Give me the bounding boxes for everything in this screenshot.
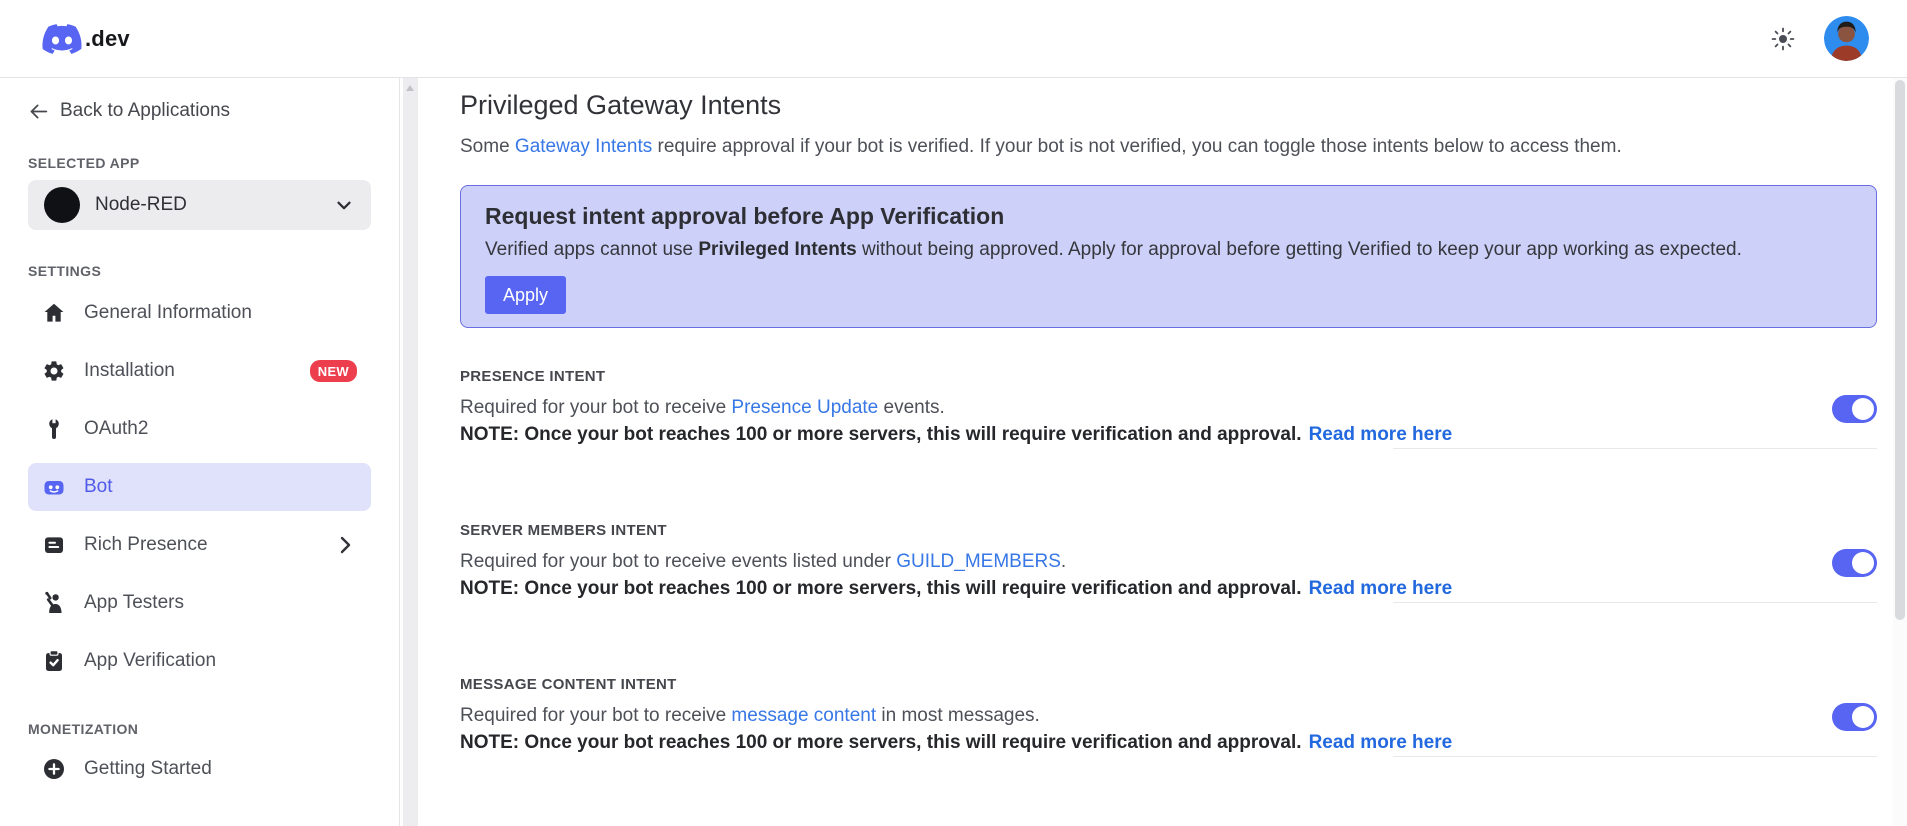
sidebar-item-label: Bot	[84, 476, 113, 497]
read-more-link[interactable]: Read more here	[1309, 578, 1453, 599]
chevron-down-icon	[337, 201, 351, 210]
app-selector[interactable]: Node-RED	[28, 180, 371, 230]
theme-toggle-button[interactable]	[1770, 26, 1796, 52]
desc-post: events.	[878, 397, 945, 418]
gear-icon	[42, 359, 66, 383]
sidebar-item-label: General Information	[84, 302, 252, 323]
desc-post: in most messages.	[876, 705, 1040, 726]
sidebar-item-label: Getting Started	[84, 758, 212, 779]
desc-pre: Required for your bot to receive events …	[460, 551, 897, 572]
sidebar-item-oauth2[interactable]: OAuth2	[28, 405, 371, 453]
intro-post: require approval if your bot is verified…	[652, 136, 1622, 157]
sidebar-item-bot[interactable]: Bot	[28, 463, 371, 511]
page-scrollbar[interactable]	[1893, 78, 1907, 826]
settings-heading: SETTINGS	[28, 263, 102, 279]
guild-members-link[interactable]: GUILD_MEMBERS	[896, 551, 1061, 572]
callout-body: Verified apps cannot use Privileged Inte…	[485, 239, 1852, 261]
presence-intent-section: PRESENCE INTENT Required for your bot to…	[460, 368, 1877, 449]
app-logo[interactable]: .dev	[40, 22, 130, 56]
intro-text: Some Gateway Intents require approval if…	[460, 136, 1877, 158]
selected-app-name: Node-RED	[95, 194, 187, 215]
server-members-intent-note: NOTE: Once your bot reaches 100 or more …	[460, 575, 1877, 602]
toggle-knob	[1852, 552, 1874, 574]
server-members-intent-toggle[interactable]	[1832, 549, 1877, 577]
read-more-link[interactable]: Read more here	[1309, 424, 1453, 445]
sidebar-scrollbar-track[interactable]	[403, 78, 418, 826]
clipboard-check-icon	[42, 649, 66, 673]
callout-body-pre: Verified apps cannot use	[485, 239, 699, 260]
callout-body-bold: Privileged Intents	[698, 239, 857, 260]
message-content-intent-toggle[interactable]	[1832, 703, 1877, 731]
person-raised-hand-icon	[42, 591, 66, 615]
discord-developer-portal: .dev Back to Applications SELECTED APP N…	[0, 0, 1907, 826]
presence-update-link[interactable]: Presence Update	[731, 397, 878, 418]
header: .dev	[0, 0, 1907, 78]
note-text: NOTE: Once your bot reaches 100 or more …	[460, 424, 1302, 445]
message-content-intent-label: MESSAGE CONTENT INTENT	[460, 676, 677, 693]
back-arrow-icon	[30, 104, 48, 118]
sidebar-item-app-testers[interactable]: App Testers	[28, 579, 371, 627]
toggle-knob	[1852, 706, 1874, 728]
callout-body-post: without being approved. Apply for approv…	[856, 239, 1742, 260]
sidebar-item-label: App Testers	[84, 592, 184, 613]
rich-presence-icon	[42, 533, 66, 557]
sidebar-item-label: OAuth2	[84, 418, 149, 439]
new-badge: NEW	[309, 360, 357, 382]
gateway-intents-link[interactable]: Gateway Intents	[515, 136, 652, 157]
sidebar-item-rich-presence[interactable]: Rich Presence	[28, 521, 371, 569]
section-divider	[1393, 448, 1877, 449]
message-content-intent-section: MESSAGE CONTENT INTENT Required for your…	[460, 676, 1877, 757]
desc-pre: Required for your bot to receive	[460, 397, 732, 418]
discord-logo-icon	[42, 23, 82, 54]
presence-intent-note: NOTE: Once your bot reaches 100 or more …	[460, 421, 1877, 448]
back-link-label: Back to Applications	[60, 100, 231, 121]
toggle-knob	[1852, 398, 1874, 420]
note-text: NOTE: Once your bot reaches 100 or more …	[460, 732, 1302, 753]
server-members-intent-description: Required for your bot to receive events …	[460, 548, 1877, 575]
user-avatar[interactable]	[1824, 16, 1869, 61]
wrench-icon	[42, 417, 66, 441]
selected-app-heading: SELECTED APP	[28, 155, 140, 171]
presence-intent-label: PRESENCE INTENT	[460, 368, 606, 385]
home-icon	[42, 301, 66, 325]
monetization-heading: MONETIZATION	[28, 721, 139, 737]
apply-button[interactable]: Apply	[485, 276, 567, 314]
sidebar-item-label: Installation	[84, 360, 175, 381]
callout-title: Request intent approval before App Verif…	[485, 203, 1005, 229]
section-divider	[1393, 756, 1877, 757]
read-more-link[interactable]: Read more here	[1309, 732, 1453, 753]
sidebar-item-general-information[interactable]: General Information	[28, 289, 371, 337]
page-title: Privileged Gateway Intents	[460, 90, 782, 120]
sidebar-item-label: App Verification	[84, 650, 217, 671]
scrollbar-up-arrow-icon[interactable]	[406, 85, 414, 91]
sidebar-scrollbar[interactable]	[400, 78, 420, 826]
page-scrollbar-thumb[interactable]	[1895, 80, 1905, 620]
plus-circle-icon	[42, 757, 66, 781]
intro-pre: Some	[460, 136, 515, 157]
presence-intent-toggle[interactable]	[1832, 395, 1877, 423]
server-members-intent-label: SERVER MEMBERS INTENT	[460, 522, 667, 539]
main-content: Privileged Gateway Intents Some Gateway …	[420, 78, 1893, 826]
section-divider	[1393, 602, 1877, 603]
presence-intent-description: Required for your bot to receive Presenc…	[460, 394, 1877, 421]
sidebar: Back to Applications SELECTED APP Node-R…	[0, 78, 400, 826]
logo-dev-label: .dev	[85, 25, 130, 51]
server-members-intent-section: SERVER MEMBERS INTENT Required for your …	[460, 522, 1877, 603]
chevron-right-icon	[333, 533, 357, 557]
back-to-applications-link[interactable]: Back to Applications	[28, 100, 371, 122]
message-content-intent-description: Required for your bot to receive message…	[460, 702, 1877, 729]
sidebar-item-installation[interactable]: Installation NEW	[28, 347, 371, 395]
message-content-link[interactable]: message content	[731, 705, 876, 726]
message-content-intent-note: NOTE: Once your bot reaches 100 or more …	[460, 729, 1877, 756]
note-text: NOTE: Once your bot reaches 100 or more …	[460, 578, 1302, 599]
desc-post: .	[1060, 551, 1067, 572]
sun-icon	[1771, 27, 1795, 50]
desc-pre: Required for your bot to receive	[460, 705, 732, 726]
sidebar-item-label: Rich Presence	[84, 534, 208, 555]
sidebar-item-getting-started[interactable]: Getting Started	[28, 745, 371, 793]
bot-icon	[42, 475, 66, 499]
app-avatar	[44, 187, 80, 223]
intent-approval-callout: Request intent approval before App Verif…	[460, 185, 1877, 328]
sidebar-item-app-verification[interactable]: App Verification	[28, 637, 371, 685]
